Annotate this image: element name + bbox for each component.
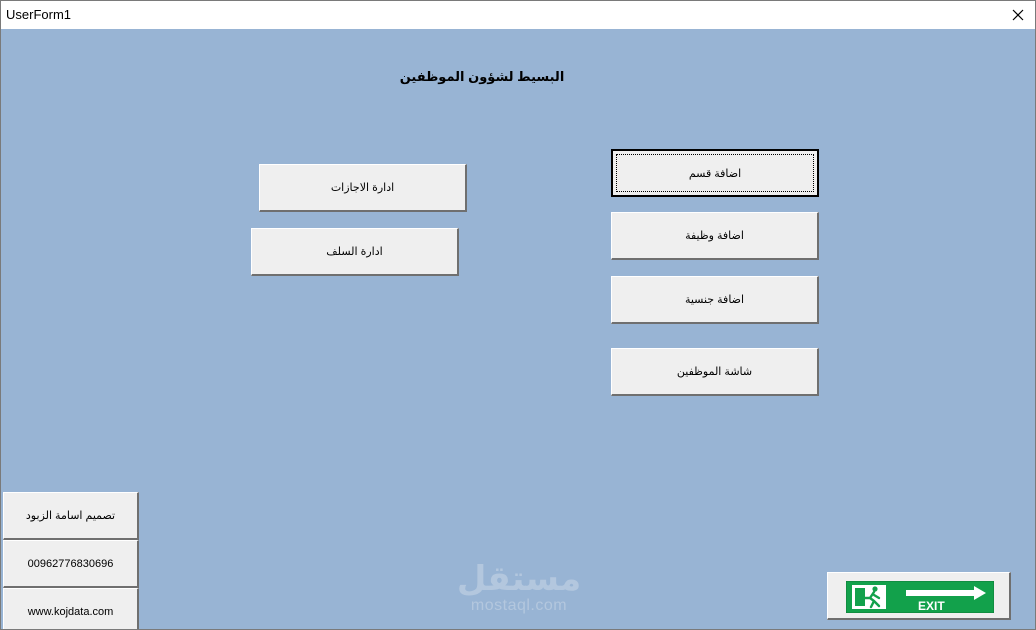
manage-leaves-button[interactable]: ادارة الاجازات (259, 164, 467, 212)
manage-advances-label: ادارة السلف (326, 246, 383, 258)
add-nationality-label: اضافة جنسية (684, 294, 745, 306)
userform-window: UserForm1 البسيط لشؤون الموظفين اضافة قس… (0, 0, 1036, 630)
watermark-arabic: مستقل (456, 560, 582, 598)
form-heading: البسيط لشؤون الموظفين (399, 69, 565, 84)
form-body: البسيط لشؤون الموظفين اضافة قسم اضافة وظ… (2, 29, 1035, 629)
add-job-button[interactable]: اضافة وظيفة (611, 212, 819, 260)
phone-label: 00962776830696 (27, 557, 114, 570)
exit-button[interactable]: EXIT (827, 572, 1011, 620)
employees-screen-label: شاشة الموظفين (676, 366, 753, 378)
close-icon (1012, 9, 1024, 21)
exit-sign-icon: EXIT (846, 581, 994, 613)
window-title: UserForm1 (6, 7, 72, 22)
phone-button[interactable]: 00962776830696 (3, 540, 139, 588)
watermark-latin: mostaql.com (470, 597, 568, 614)
close-button[interactable] (1001, 1, 1035, 29)
exit-text: EXIT (918, 599, 945, 613)
employees-screen-button[interactable]: شاشة الموظفين (611, 348, 819, 396)
title-bar: UserForm1 (1, 1, 1035, 29)
add-department-button[interactable]: اضافة قسم (611, 149, 819, 197)
manage-leaves-label: ادارة الاجازات (330, 182, 395, 194)
add-nationality-button[interactable]: اضافة جنسية (611, 276, 819, 324)
add-job-label: اضافة وظيفة (685, 230, 744, 242)
designer-label: تصميم اسامة الزبود (25, 510, 116, 522)
watermark: مستقل mostaql.com (454, 561, 584, 615)
website-label: www.kojdata.com (27, 605, 114, 618)
designer-button[interactable]: تصميم اسامة الزبود (3, 492, 139, 540)
manage-advances-button[interactable]: ادارة السلف (251, 228, 459, 276)
focus-ring (616, 154, 814, 192)
website-button[interactable]: www.kojdata.com (3, 588, 139, 629)
